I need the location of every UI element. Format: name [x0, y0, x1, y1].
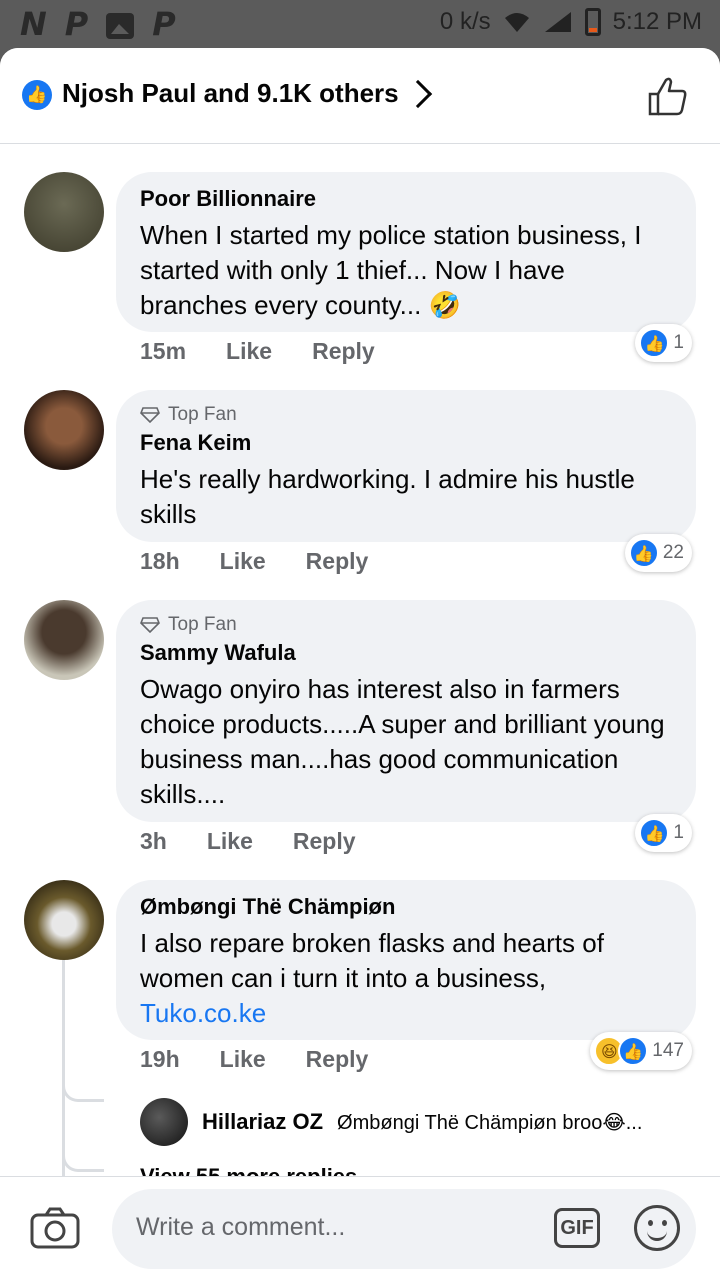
- comment-text: Owago onyiro has interest also in farmer…: [140, 674, 665, 809]
- reply-author[interactable]: Hillariaz OZ: [202, 1109, 323, 1135]
- top-fan-badge: Top Fan: [140, 404, 672, 426]
- comment-time[interactable]: 15m: [140, 338, 186, 365]
- comment-text-body: I also repare broken flasks and hearts o…: [140, 928, 604, 993]
- comment-time[interactable]: 18h: [140, 548, 180, 575]
- comment-author[interactable]: Ømbøngi Thë Chämpiøn: [140, 894, 672, 920]
- reply-button[interactable]: Reply: [312, 338, 375, 365]
- comment-actions: 15m Like Reply: [140, 338, 375, 365]
- reply-button[interactable]: Reply: [306, 548, 369, 575]
- wifi-icon: [504, 13, 529, 32]
- reply-preview[interactable]: Hillariaz OZ Ømbøngi Thë Chämpiøn broo😂.…: [140, 1098, 642, 1146]
- reaction-count: 22: [662, 542, 684, 563]
- comment-text: He's really hardworking. I admire his hu…: [140, 464, 635, 529]
- top-fan-badge: Top Fan: [140, 614, 672, 636]
- avatar[interactable]: [24, 172, 104, 252]
- thread-line: [62, 960, 65, 1180]
- top-fan-label: Top Fan: [168, 614, 237, 635]
- avatar[interactable]: [24, 600, 104, 680]
- avatar[interactable]: [24, 880, 104, 960]
- like-button[interactable]: Like: [220, 548, 266, 575]
- reaction-count: 1: [673, 332, 684, 353]
- battery-icon: [584, 8, 601, 36]
- comment-time[interactable]: 3h: [140, 828, 167, 855]
- comment-bubble[interactable]: Ømbøngi Thë Chämpiøn I also repare broke…: [116, 880, 696, 1040]
- reaction-count-badge[interactable]: 👍 1: [635, 324, 692, 362]
- reaction-count-badge[interactable]: 👍 22: [624, 534, 692, 572]
- comments-sheet: 👍 Njosh Paul and 9.1K others Poor Billio…: [0, 48, 720, 1280]
- notification-icon-p-2: P: [152, 5, 176, 43]
- comment-composer: Write a comment... GIF: [0, 1176, 720, 1280]
- reaction-count: 1: [673, 822, 684, 843]
- comment-input[interactable]: Write a comment... GIF: [112, 1189, 696, 1269]
- gif-button[interactable]: GIF: [554, 1208, 600, 1248]
- diamond-icon: [140, 407, 160, 423]
- comment-link[interactable]: Tuko.co.ke: [140, 998, 266, 1028]
- reactions-summary[interactable]: Njosh Paul and 9.1K others: [62, 78, 399, 109]
- diamond-icon: [140, 617, 160, 633]
- like-reaction-icon: 👍: [618, 1036, 649, 1066]
- like-reaction-icon: 👍: [22, 80, 52, 110]
- avatar[interactable]: [24, 390, 104, 470]
- clock: 5:12 PM: [612, 8, 702, 35]
- camera-icon[interactable]: [30, 1207, 80, 1249]
- reply-connector: [62, 1082, 104, 1102]
- notification-icon-n: N: [20, 5, 47, 43]
- network-speed: 0 k/s: [439, 8, 491, 35]
- comment-input-placeholder: Write a comment...: [136, 1213, 346, 1241]
- thumbs-up-icon[interactable]: [646, 74, 690, 118]
- reply-button[interactable]: Reply: [306, 1046, 369, 1073]
- status-bar: N P P 0 k/s 5:12 PM: [0, 0, 720, 48]
- reaction-count-badge[interactable]: 👍 1: [635, 814, 692, 852]
- comment-author[interactable]: Poor Billionnaire: [140, 186, 672, 212]
- comment-bubble[interactable]: Poor Billionnaire When I started my poli…: [116, 172, 696, 332]
- signal-icon: [544, 12, 571, 32]
- notification-icon-p: P: [64, 5, 89, 43]
- like-reaction-icon: 👍: [639, 328, 670, 358]
- like-reaction-icon: 👍: [628, 538, 659, 568]
- reply-avatar[interactable]: [140, 1098, 188, 1146]
- comment-text: When I started my police station busines…: [140, 220, 642, 320]
- reply-button[interactable]: Reply: [293, 828, 356, 855]
- comment-actions: 18h Like Reply: [140, 548, 368, 575]
- comment-bubble[interactable]: Top Fan Sammy Wafula Owago onyiro has in…: [116, 600, 696, 822]
- like-reaction-icon: 👍: [639, 818, 670, 848]
- comment-author[interactable]: Fena Keim: [140, 430, 672, 456]
- comment-text: I also repare broken flasks and hearts o…: [140, 926, 672, 1031]
- comment-actions: 3h Like Reply: [140, 828, 356, 855]
- emoji-icon[interactable]: [634, 1205, 680, 1251]
- like-button[interactable]: Like: [207, 828, 253, 855]
- comment-time[interactable]: 19h: [140, 1046, 180, 1073]
- reactions-header[interactable]: 👍 Njosh Paul and 9.1K others: [0, 48, 720, 144]
- reaction-count-badge[interactable]: 😆 👍 147: [590, 1032, 692, 1070]
- comment-actions: 19h Like Reply: [140, 1046, 368, 1073]
- reply-text: Ømbøngi Thë Chämpiøn broo😂...: [337, 1111, 643, 1134]
- like-button[interactable]: Like: [220, 1046, 266, 1073]
- comment-author[interactable]: Sammy Wafula: [140, 640, 672, 666]
- chevron-right-icon[interactable]: [403, 79, 433, 109]
- image-notification-icon: [106, 13, 135, 39]
- like-button[interactable]: Like: [226, 338, 272, 365]
- reaction-count: 147: [652, 1040, 684, 1061]
- reply-connector: [62, 1152, 104, 1172]
- comment-bubble[interactable]: Top Fan Fena Keim He's really hardworkin…: [116, 390, 696, 542]
- top-fan-label: Top Fan: [168, 404, 237, 425]
